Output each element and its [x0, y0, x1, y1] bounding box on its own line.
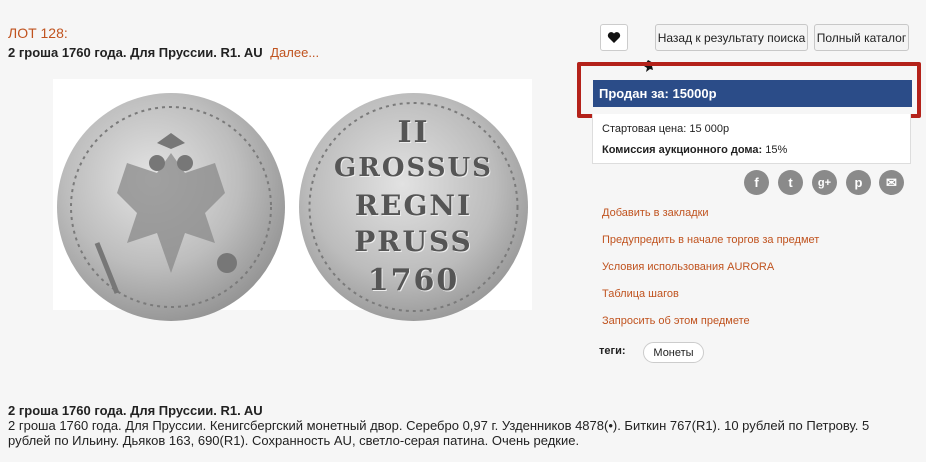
tag-chip[interactable]: Монеты: [643, 342, 704, 363]
ask-about-item-link[interactable]: Запросить об этом предмете: [602, 315, 750, 327]
commission-value: 15%: [765, 144, 788, 156]
full-catalog-button[interactable]: Полный каталог: [814, 24, 909, 51]
more-link[interactable]: Далее...: [270, 45, 319, 60]
back-to-results-button[interactable]: Назад к результату поиска: [655, 24, 808, 51]
description-text: 2 гроша 1760 года. Для Пруссии. Кенигсбе…: [8, 418, 870, 448]
email-icon: ✉: [886, 174, 897, 190]
pinterest-icon: p: [854, 175, 863, 190]
heart-icon: [607, 32, 621, 43]
terms-link[interactable]: Условия использования AURORA: [602, 261, 774, 273]
tags-label: теги:: [599, 345, 626, 357]
add-bookmark-link[interactable]: Добавить в закладки: [602, 207, 709, 219]
lot-title-text: 2 гроша 1760 года. Для Пруссии. R1. AU: [8, 45, 263, 60]
lot-number: ЛОТ 128:: [8, 25, 68, 41]
twitter-share-button[interactable]: t: [778, 170, 803, 195]
price-panel: Стартовая цена: 15 000р Комиссия аукцион…: [592, 114, 911, 164]
step-table-link[interactable]: Таблица шагов: [602, 288, 679, 300]
coin-reverse-line: II: [397, 115, 430, 150]
coin-reverse-line: GROSSUS: [334, 153, 493, 183]
start-price-label: Стартовая цена:: [602, 123, 687, 135]
facebook-icon: f: [754, 175, 759, 190]
description-title: 2 гроша 1760 года. Для Пруссии. R1. AU: [8, 403, 263, 418]
twitter-icon: t: [788, 175, 793, 190]
coin-reverse-line: REGNI: [354, 189, 473, 222]
email-share-button[interactable]: ✉: [879, 170, 904, 195]
notify-start-link[interactable]: Предупредить в начале торгов за предмет: [602, 234, 819, 246]
commission-row: Комиссия аукционного дома: 15%: [602, 144, 787, 156]
pinterest-share-button[interactable]: p: [846, 170, 871, 195]
facebook-share-button[interactable]: f: [744, 170, 769, 195]
coin-reverse: II GROSSUS REGNI PRUSS 1760: [299, 93, 528, 321]
eagle-emblem: [70, 106, 272, 308]
lot-photo[interactable]: II GROSSUS REGNI PRUSS 1760: [53, 79, 532, 321]
start-price-value: 15 000р: [689, 123, 730, 135]
lot-title: 2 гроша 1760 года. Для Пруссии. R1. AU Д…: [8, 45, 319, 60]
highlight-frame: [577, 62, 921, 118]
start-price-row: Стартовая цена: 15 000р: [602, 123, 729, 135]
favorite-button[interactable]: [600, 24, 628, 51]
googleplus-share-button[interactable]: g+: [812, 170, 837, 195]
commission-label: Комиссия аукционного дома:: [602, 144, 763, 156]
coin-obverse: [57, 93, 285, 321]
googleplus-icon: g+: [817, 176, 832, 189]
coin-reverse-line: PRUSS: [354, 225, 473, 258]
coin-reverse-line: 1760: [367, 263, 460, 298]
